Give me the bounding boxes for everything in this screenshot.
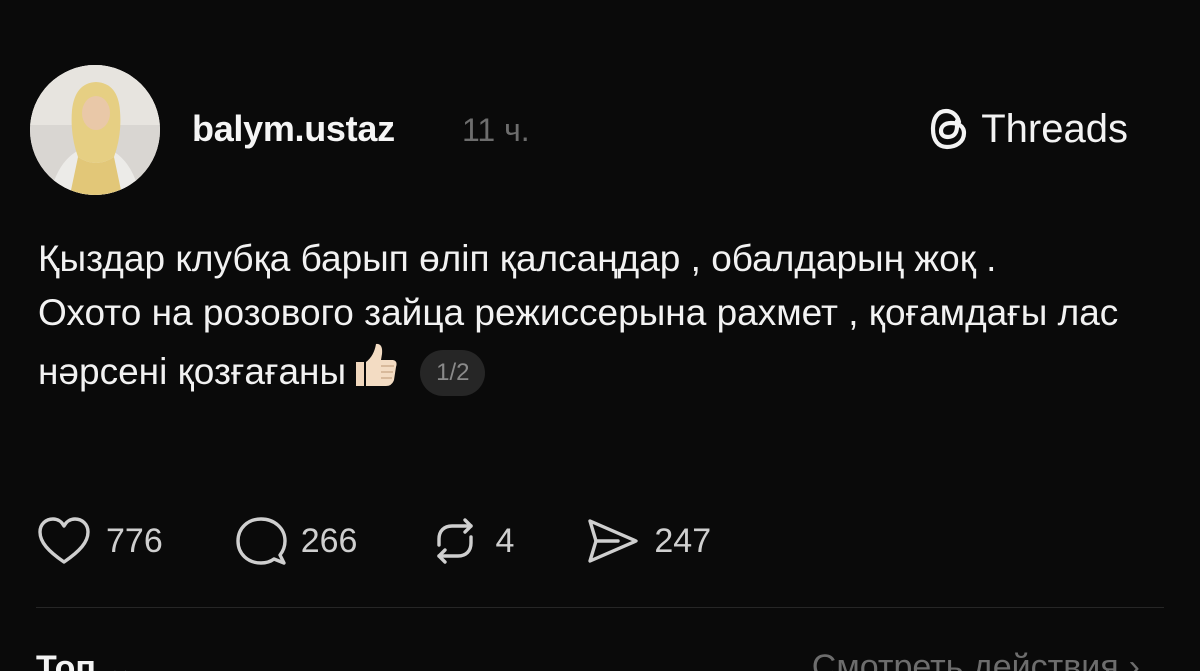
sort-dropdown[interactable]: Топ ⌄ (36, 648, 134, 671)
threads-logo-icon (929, 106, 971, 152)
like-count: 776 (106, 521, 163, 560)
divider (36, 607, 1164, 608)
comment-button[interactable]: 266 (235, 515, 358, 567)
avatar[interactable] (30, 65, 160, 195)
comment-count: 266 (300, 521, 358, 560)
view-activity-label: Смотреть действия (811, 648, 1119, 671)
avatar-image (30, 65, 160, 195)
page-indicator-badge[interactable]: 1/2 (420, 350, 486, 396)
threads-post-screen: balym.ustaz 11 ч. Threads Қыздар клубқа … (0, 0, 1200, 671)
threads-brand-label: Threads (981, 106, 1128, 151)
repost-icon (429, 515, 481, 567)
post-actions: 776 266 4 247 (36, 515, 783, 567)
threads-brand: Threads (929, 106, 1128, 152)
thumbs-up-emoji-icon (350, 340, 400, 405)
repost-button[interactable]: 4 (429, 515, 514, 567)
heart-icon (36, 515, 92, 567)
post-text-line: Охото на розового зайца режиссерына рахм… (38, 292, 1119, 392)
repost-count: 4 (495, 521, 515, 560)
post-text-line-with-emoji: Охото на розового зайца режиссерына рахм… (38, 286, 1158, 405)
comment-icon (235, 515, 287, 567)
post-text-line: Қыздар клубқа барып өліп қалсаңдар , оба… (38, 238, 997, 279)
share-icon (586, 515, 640, 567)
username[interactable]: balym.ustaz (192, 108, 395, 150)
chevron-right-icon: › (1128, 648, 1140, 671)
view-activity-link[interactable]: Смотреть действия › (812, 648, 1140, 671)
post-timestamp: 11 ч. (462, 112, 530, 148)
sort-label: Топ (36, 648, 96, 671)
share-button[interactable]: 247 (586, 515, 711, 567)
like-button[interactable]: 776 (36, 515, 163, 567)
post-body: Қыздар клубқа барып өліп қалсаңдар , оба… (38, 232, 1158, 405)
chevron-down-icon: ⌄ (105, 649, 135, 671)
share-count: 247 (654, 521, 712, 560)
